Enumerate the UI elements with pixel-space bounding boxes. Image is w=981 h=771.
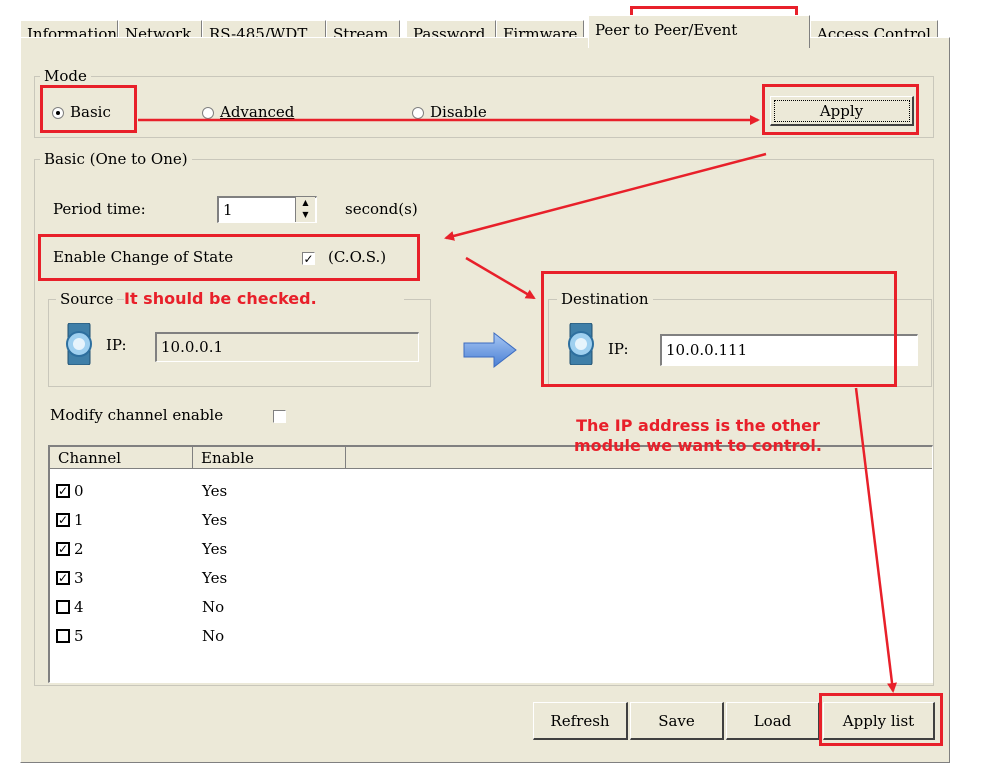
source-annotation: It should be checked.	[124, 289, 404, 309]
ip-annotation: The IP address is the other module we wa…	[574, 416, 822, 455]
tab-peer-to-peer-event[interactable]: Peer to Peer/Event	[588, 15, 810, 48]
annotation-arrows	[138, 115, 897, 693]
tab-peer-to-peer-event-label: Peer to Peer/Event	[595, 21, 738, 39]
